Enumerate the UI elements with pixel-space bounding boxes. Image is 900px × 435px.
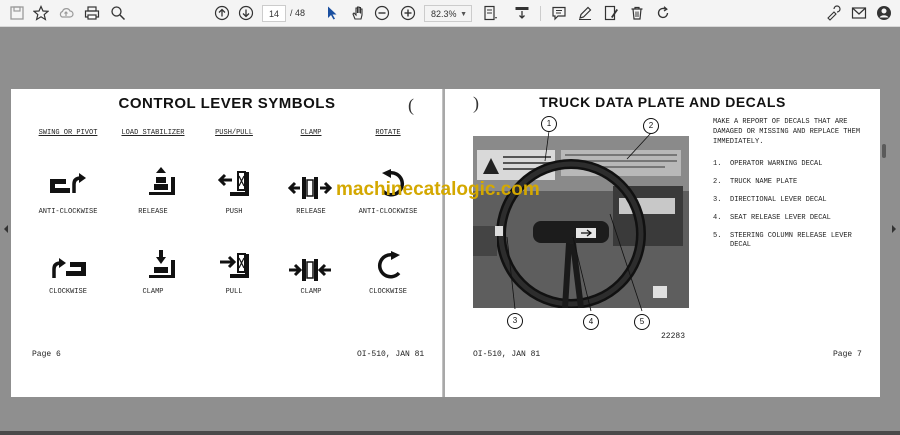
binding-mark: ( bbox=[408, 95, 414, 115]
callout-5: 5 bbox=[634, 314, 650, 330]
account-icon[interactable] bbox=[874, 3, 894, 23]
callout-2: 2 bbox=[643, 118, 659, 134]
previous-page-icon[interactable] bbox=[212, 3, 232, 23]
category-label: ROTATE bbox=[375, 129, 401, 137]
scroll-mode-icon[interactable] bbox=[512, 3, 532, 23]
zoom-level-value: 82.3% bbox=[431, 9, 457, 19]
email-icon[interactable] bbox=[849, 3, 869, 23]
next-page-icon[interactable] bbox=[236, 3, 256, 23]
decal-list-item: 4. SEAT RELEASE LEVER DECAL bbox=[713, 214, 873, 223]
decal-item-text: SEAT RELEASE LEVER DECAL bbox=[730, 214, 831, 222]
zoom-level-select[interactable]: 82.3% ▼ bbox=[424, 5, 472, 22]
page-left: CONTROL LEVER SYMBOLS ( SWING OR PIVOT L… bbox=[11, 89, 443, 397]
lever-label: ANTI-CLOCKWISE bbox=[38, 208, 98, 216]
decal-item-number: 4. bbox=[713, 214, 722, 222]
decal-list-item: 2. TRUCK NAME PLATE bbox=[713, 178, 873, 187]
zoom-in-icon[interactable] bbox=[398, 3, 418, 23]
decal-item-number: 2. bbox=[713, 178, 722, 186]
page-title: CONTROL LEVER SYMBOLS bbox=[118, 95, 336, 112]
page-footer-right: OI-510, JAN 81 bbox=[357, 350, 425, 359]
lever-label: CLAMP bbox=[142, 288, 164, 296]
document-viewer[interactable]: CONTROL LEVER SYMBOLS ( SWING OR PIVOT L… bbox=[0, 27, 900, 435]
page-spread: CONTROL LEVER SYMBOLS ( SWING OR PIVOT L… bbox=[11, 89, 880, 397]
lever-label: RELEASE bbox=[138, 208, 168, 216]
load-stabilizer-release-icon bbox=[149, 167, 175, 195]
lever-label: ANTI-CLOCKWISE bbox=[358, 208, 418, 216]
rotate-icon[interactable] bbox=[653, 3, 673, 23]
delete-trash-icon[interactable] bbox=[627, 3, 647, 23]
page-right: ) TRUCK DATA PLATE AND DECALS 1 2 3 4 5 … bbox=[445, 89, 880, 397]
zoom-out-icon[interactable] bbox=[372, 3, 392, 23]
load-stabilizer-clamp-icon bbox=[149, 250, 175, 278]
right-arrow-icon[interactable] bbox=[890, 223, 898, 235]
decal-list-item: 5. STEERING COLUMN RELEASE LEVER DECAL bbox=[713, 232, 873, 250]
page-number-input[interactable]: 14 bbox=[262, 5, 286, 22]
callout-3: 3 bbox=[507, 313, 523, 329]
decal-item-number: 3. bbox=[713, 196, 722, 204]
pen-draw-icon[interactable] bbox=[575, 3, 595, 23]
hand-tool-icon[interactable] bbox=[348, 3, 368, 23]
category-label: LOAD STABILIZER bbox=[121, 129, 185, 137]
rotate-clockwise-icon bbox=[377, 251, 401, 279]
decal-list-item: 1. OPERATOR WARNING DECAL bbox=[713, 160, 873, 169]
push-icon bbox=[218, 171, 249, 196]
bottom-bar bbox=[0, 431, 900, 435]
left-arrow-icon[interactable] bbox=[2, 223, 10, 235]
cloud-upload-icon[interactable] bbox=[56, 3, 76, 23]
lever-label: CLOCKWISE bbox=[49, 288, 87, 296]
figure-number: 22283 bbox=[661, 332, 686, 341]
category-label: SWING OR PIVOT bbox=[38, 129, 98, 137]
decal-item-text: STEERING COLUMN RELEASE LEVER DECAL bbox=[730, 232, 852, 249]
callout-1: 1 bbox=[541, 116, 557, 132]
decal-item-number: 5. bbox=[713, 232, 722, 240]
page-footer-left: Page 6 bbox=[32, 350, 61, 359]
report-instruction: MAKE A REPORT OF DECALS THAT ARE DAMAGED… bbox=[713, 118, 861, 146]
pull-icon bbox=[220, 253, 249, 278]
decal-item-number: 1. bbox=[713, 160, 722, 168]
select-cursor-icon[interactable] bbox=[322, 3, 342, 23]
save-icon[interactable] bbox=[7, 3, 27, 23]
steering-wheel-photo bbox=[473, 136, 689, 308]
fit-page-icon[interactable] bbox=[480, 3, 500, 23]
decal-list-item: 3. DIRECTIONAL LEVER DECAL bbox=[713, 196, 873, 205]
edit-link-icon[interactable] bbox=[823, 3, 843, 23]
lever-label: CLOCKWISE bbox=[369, 288, 407, 296]
swing-clockwise-icon bbox=[52, 258, 86, 278]
decal-item-text: TRUCK NAME PLATE bbox=[730, 178, 798, 186]
print-icon[interactable] bbox=[82, 3, 102, 23]
pdf-toolbar: 14 / 48 82.3% ▼ bbox=[0, 0, 900, 27]
decal-item-text: DIRECTIONAL LEVER DECAL bbox=[730, 196, 827, 204]
page-title: TRUCK DATA PLATE AND DECALS bbox=[539, 94, 786, 110]
clamp-release-icon bbox=[288, 177, 332, 199]
vertical-scrollbar[interactable] bbox=[882, 144, 886, 158]
highlight-icon[interactable] bbox=[601, 3, 621, 23]
clamp-icon bbox=[289, 259, 331, 281]
chevron-down-icon: ▼ bbox=[460, 11, 467, 18]
callout-4: 4 bbox=[583, 314, 599, 330]
page-footer-right: Page 7 bbox=[833, 350, 862, 359]
page-total-label: / 48 bbox=[290, 8, 306, 18]
page-footer-left: OI-510, JAN 81 bbox=[473, 350, 541, 359]
bookmark-star-icon[interactable] bbox=[31, 3, 51, 23]
comment-icon[interactable] bbox=[549, 3, 569, 23]
decal-item-text: OPERATOR WARNING DECAL bbox=[730, 160, 823, 168]
rotate-anti-clockwise-icon bbox=[381, 169, 405, 197]
zoom-search-icon[interactable] bbox=[108, 3, 128, 23]
swing-anti-clockwise-icon bbox=[50, 173, 86, 193]
